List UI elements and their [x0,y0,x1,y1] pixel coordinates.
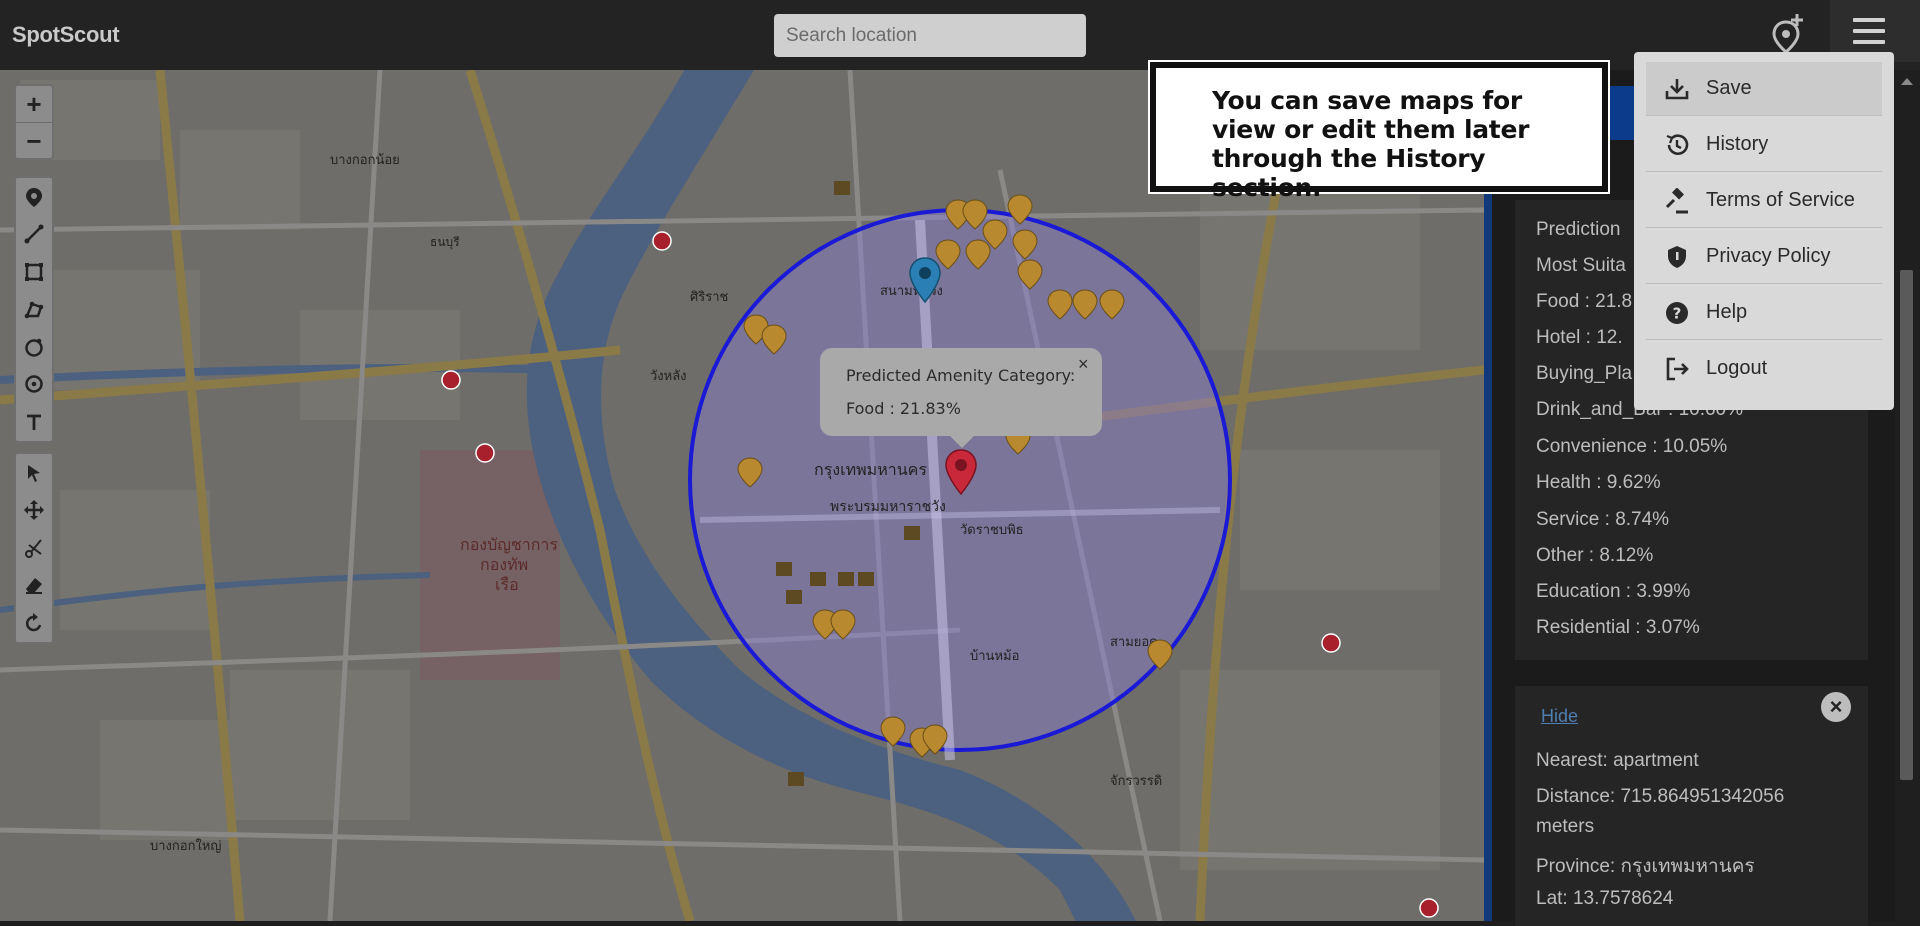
scroll-thumb[interactable] [1900,270,1913,780]
panel-scrollbar[interactable] [1895,70,1920,921]
svg-text:กองบัญชาการ: กองบัญชาการ [460,535,558,554]
stat-convenience: Convenience : 10.05% [1536,436,1728,457]
menu-item-label: History [1706,133,1769,155]
search-input[interactable] [774,14,1086,57]
svg-text:จักรวรรดิ: จักรวรรดิ [1110,774,1162,789]
shield-icon [1668,246,1686,268]
edit-toolbar [14,452,54,644]
download-icon [1665,79,1689,100]
distance-unit-text: meters [1536,816,1595,837]
svg-text:บางกอกน้อย: บางกอกน้อย [330,153,400,168]
draw-toolbar [14,176,54,443]
help-icon: ? [1666,302,1688,324]
stat-other: Other : 8.12% [1536,545,1654,566]
prediction-popup: Predicted Amenity Category: Food : 21.83… [820,348,1102,448]
stat-health: Health : 9.62% [1536,472,1661,493]
menu-item-logout[interactable]: Logout [1646,342,1882,396]
scroll-up-arrow[interactable] [1901,78,1913,85]
drag-layers-button[interactable] [16,492,52,530]
stat-food: Food : 21.8 [1536,291,1633,312]
menu-item-save[interactable]: Save [1646,62,1882,116]
popup-close-button[interactable]: × [1078,354,1089,375]
draw-circle-marker-button[interactable] [16,366,52,404]
menu-item-label: Help [1706,301,1748,323]
draw-polyline-button[interactable] [16,216,52,254]
top-bar: SpotScout [0,0,1920,70]
tour-tooltip-text: You can save maps for view or edit them … [1212,86,1530,202]
svg-text:ธนบุรี: ธนบุรี [430,235,460,250]
svg-text:ศิริราช: ศิริราช [690,290,729,305]
menu-item-label: Terms of Service [1706,189,1855,211]
rotate-icon [25,612,42,631]
lat-text: Lat: 13.7578624 [1536,888,1674,909]
menu-item-history[interactable]: History [1646,118,1882,172]
draw-polygon-button[interactable] [16,291,52,329]
zoom-out-button[interactable]: − [16,122,52,158]
rectangle-icon [25,262,43,281]
draw-marker-button[interactable] [16,178,52,216]
stat-most-suitable: Most Suita [1536,255,1626,276]
stat-buying-place: Buying_Pla [1536,363,1633,384]
map-label-bangkok: กรุงเทพมหานคร [814,460,927,480]
main-menu-dropdown: Save History Terms of Service Privacy Po… [1634,52,1894,410]
red-location-marker[interactable] [944,448,978,498]
stat-hotel: Hotel : 12. [1536,327,1623,348]
nearest-text: Nearest: apartment [1536,750,1699,771]
svg-text:เรือ: เรือ [495,575,519,594]
draw-rectangle-button[interactable] [16,253,52,291]
svg-text:วังหลัง: วังหลัง [650,369,687,384]
edit-layers-button[interactable] [16,454,52,492]
scissors-icon [25,539,42,558]
stat-residential: Residential : 3.07% [1536,617,1700,638]
svg-text:วัดราชบพิธ: วัดราชบพิธ [960,523,1024,538]
menu-item-label: Logout [1706,357,1768,379]
circle-marker-icon [25,375,43,393]
hide-link[interactable]: Hide [1541,706,1578,727]
menu-item-terms[interactable]: Terms of Service [1646,174,1882,228]
eraser-icon [26,578,42,595]
logout-icon [1666,357,1689,381]
stat-education: Education : 3.99% [1536,581,1691,602]
province-text: Province: กรุงเทพมหานคร [1536,856,1755,877]
close-card-button[interactable]: × [1821,692,1851,722]
cut-layers-button[interactable] [16,529,52,567]
polygon-icon [24,301,44,319]
draw-text-button[interactable] [16,403,52,441]
menu-item-privacy[interactable]: Privacy Policy [1646,230,1882,284]
stat-prediction: Prediction [1536,219,1621,240]
menu-item-label: Save [1706,77,1752,99]
marker-icon [26,187,42,207]
popup-title: Predicted Amenity Category: [846,366,1076,385]
popup-tip [950,436,974,448]
move-icon [24,500,44,521]
edit-cursor-icon [28,464,40,482]
rotate-layers-button[interactable] [16,604,52,642]
blue-location-marker[interactable] [908,256,942,306]
svg-text:กองทัพ: กองทัพ [480,555,528,574]
zoom-control: + − [14,84,54,160]
gavel-icon [1665,188,1688,214]
app-brand[interactable]: SpotScout [12,22,120,48]
svg-text:?: ? [1673,305,1682,323]
tour-tooltip: You can save maps for view or edit them … [1150,62,1608,202]
draw-circle-button[interactable] [16,328,52,366]
zoom-in-button[interactable]: + [16,86,52,122]
stat-service: Service : 8.74% [1536,509,1670,530]
distance-text: Distance: 715.864951342056 [1536,786,1785,807]
circle-icon [25,338,43,357]
add-location-icon[interactable] [1770,12,1806,54]
svg-text:บ้านหม้อ: บ้านหม้อ [970,649,1019,664]
svg-text:บางกอกใหญ่: บางกอกใหญ่ [150,838,221,854]
menu-item-label: Privacy Policy [1706,245,1831,267]
popup-value: Food : 21.83% [846,399,961,418]
menu-item-help[interactable]: ? Help [1646,286,1882,340]
text-icon [27,414,41,430]
remove-layers-button[interactable] [16,567,52,605]
polyline-icon [24,224,44,244]
svg-text:พระบรมมหาราชวัง: พระบรมมหาราชวัง [830,499,946,515]
history-icon [1666,134,1689,155]
